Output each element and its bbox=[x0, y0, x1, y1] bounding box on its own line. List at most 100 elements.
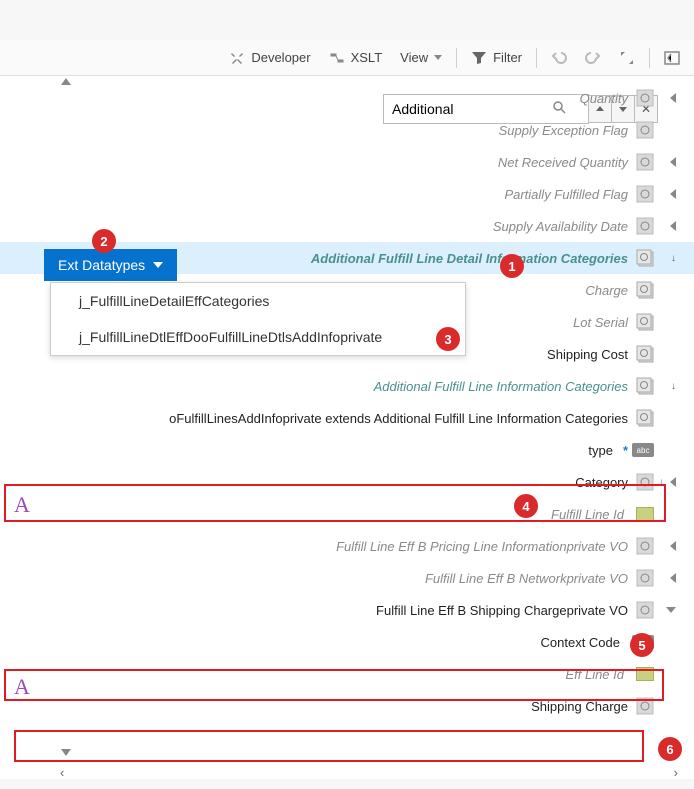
expand-caret-icon[interactable] bbox=[666, 607, 676, 613]
scroll-left-icon[interactable]: ‹ bbox=[60, 765, 64, 780]
multi-target-icon bbox=[636, 409, 654, 427]
collapse-caret-icon[interactable] bbox=[670, 221, 676, 231]
collapse-caret-icon[interactable] bbox=[670, 573, 676, 583]
annotation-badge-4: 4 bbox=[514, 494, 538, 518]
row-label: Quantity bbox=[580, 91, 636, 106]
content-panel: ✕ Quantity Supply Exception Flag Net Rec… bbox=[0, 76, 694, 779]
divider bbox=[456, 48, 457, 68]
row-type[interactable]: type * abc bbox=[0, 434, 694, 466]
row-eff-line-id[interactable]: Eff Line Id bbox=[0, 658, 694, 690]
ext-datatypes-dropdown[interactable]: Ext Datatypes bbox=[44, 249, 177, 281]
target-icon bbox=[636, 569, 654, 587]
row-addl-info-cat[interactable]: Additional Fulfill Line Information Cate… bbox=[0, 370, 694, 402]
target-icon bbox=[636, 121, 654, 139]
collapse-caret-icon[interactable] bbox=[670, 477, 676, 487]
target-icon bbox=[636, 217, 654, 235]
row-network-vo[interactable]: Fulfill Line Eff B Networkprivate VO bbox=[0, 562, 694, 594]
row-shipping-charge-vo[interactable]: Fulfill Line Eff B Shipping Chargeprivat… bbox=[0, 594, 694, 626]
row-label: Lot Serial bbox=[573, 315, 636, 330]
row-supply-exception[interactable]: Supply Exception Flag bbox=[0, 114, 694, 146]
annotation-badge-1: 1 bbox=[500, 254, 524, 278]
target-icon bbox=[636, 537, 654, 555]
target-icon bbox=[636, 697, 654, 715]
annotation-badge-2: 2 bbox=[92, 229, 116, 253]
row-net-received[interactable]: Net Received Quantity bbox=[0, 146, 694, 178]
panel-icon bbox=[664, 50, 680, 66]
redo-button[interactable] bbox=[577, 46, 609, 70]
row-label: Fulfill Line Eff B Shipping Chargeprivat… bbox=[376, 603, 636, 618]
redo-icon bbox=[585, 50, 601, 66]
row-label: Supply Exception Flag bbox=[499, 123, 636, 138]
target-icon bbox=[636, 153, 654, 171]
row-label: type bbox=[588, 443, 621, 458]
row-label: Additional Fulfill Line Detail Informati… bbox=[311, 251, 636, 266]
row-partially-fulfilled[interactable]: Partially Fulfilled Flag bbox=[0, 178, 694, 210]
down-arrow-icon[interactable]: ↓ bbox=[671, 253, 676, 264]
row-extends[interactable]: oFulfillLinesAddInfoprivate extends Addi… bbox=[0, 402, 694, 434]
abc-type-icon: abc bbox=[632, 443, 654, 457]
filter-label: Filter bbox=[493, 50, 522, 65]
required-asterisk: * bbox=[623, 443, 628, 458]
target-icon bbox=[636, 601, 654, 619]
row-label: Net Received Quantity bbox=[498, 155, 636, 170]
tree-rows: Quantity Supply Exception Flag Net Recei… bbox=[0, 82, 694, 722]
marker-a-icon: A bbox=[14, 492, 30, 518]
row-label: Supply Availability Date bbox=[493, 219, 636, 234]
multi-target-icon bbox=[636, 377, 654, 395]
filter-icon bbox=[471, 50, 487, 66]
xslt-icon bbox=[329, 50, 345, 66]
down-arrow-icon[interactable]: ↓ bbox=[659, 477, 664, 488]
divider bbox=[649, 48, 650, 68]
scroll-right-icon[interactable]: › bbox=[674, 765, 678, 780]
row-category[interactable]: Category ↓ bbox=[0, 466, 694, 498]
xslt-button[interactable]: XSLT bbox=[321, 46, 391, 70]
undo-button[interactable] bbox=[543, 46, 575, 70]
toolbar: Developer XSLT View Filter bbox=[0, 40, 694, 76]
row-label: Fulfill Line Eff B Networkprivate VO bbox=[425, 571, 636, 586]
row-pricing-vo[interactable]: Fulfill Line Eff B Pricing Line Informat… bbox=[0, 530, 694, 562]
collapse-caret-icon[interactable] bbox=[670, 93, 676, 103]
row-label: Fulfill Line Eff B Pricing Line Informat… bbox=[336, 539, 636, 554]
annotation-badge-6: 6 bbox=[658, 737, 682, 761]
undo-icon bbox=[551, 50, 567, 66]
horizontal-scrollbar[interactable]: ‹ › bbox=[60, 765, 678, 779]
ext-datatypes-menu: j_FulfillLineDetailEffCategories j_Fulfi… bbox=[50, 282, 466, 356]
multi-target-icon bbox=[636, 281, 654, 299]
dropdown-item-label: j_FulfillLineDtlEffDooFulfillLineDtlsAdd… bbox=[79, 329, 382, 345]
dropdown-item-label: j_FulfillLineDetailEffCategories bbox=[79, 293, 269, 309]
developer-label: Developer bbox=[251, 50, 310, 65]
collapse-caret-icon[interactable] bbox=[670, 189, 676, 199]
collapse-caret-icon[interactable] bbox=[670, 157, 676, 167]
wrench-icon bbox=[229, 50, 245, 66]
filter-button[interactable]: Filter bbox=[463, 46, 530, 70]
row-shipping-charge[interactable]: Shipping Charge bbox=[0, 690, 694, 722]
multi-target-icon bbox=[636, 249, 654, 267]
id-type-icon bbox=[636, 507, 654, 521]
row-context-code[interactable]: Context Code abc bbox=[0, 626, 694, 658]
row-label: Context Code bbox=[541, 635, 629, 650]
row-label: Eff Line Id bbox=[565, 667, 632, 682]
row-label: Partially Fulfilled Flag bbox=[504, 187, 636, 202]
caret-down-icon bbox=[434, 55, 442, 60]
view-button[interactable]: View bbox=[392, 46, 450, 69]
down-arrow-icon[interactable]: ↓ bbox=[671, 381, 676, 392]
dropdown-item-2[interactable]: j_FulfillLineDtlEffDooFulfillLineDtlsAdd… bbox=[51, 319, 465, 355]
row-fulfill-line-id[interactable]: Fulfill Line Id bbox=[0, 498, 694, 530]
xslt-label: XSLT bbox=[351, 50, 383, 65]
target-icon bbox=[636, 473, 654, 491]
target-icon bbox=[636, 89, 654, 107]
dropdown-item-1[interactable]: j_FulfillLineDetailEffCategories bbox=[51, 283, 465, 319]
collapse-caret-icon[interactable] bbox=[670, 541, 676, 551]
row-quantity[interactable]: Quantity bbox=[0, 82, 694, 114]
annotation-badge-3: 3 bbox=[436, 327, 460, 351]
scroll-down-icon[interactable] bbox=[60, 746, 72, 761]
dropdown-label: Ext Datatypes bbox=[58, 257, 145, 273]
target-icon bbox=[636, 185, 654, 203]
developer-button[interactable]: Developer bbox=[221, 46, 318, 70]
row-label: Charge bbox=[585, 283, 636, 298]
multi-target-icon bbox=[636, 345, 654, 363]
annotation-redbox-shipping bbox=[14, 730, 644, 762]
panel-button[interactable] bbox=[656, 46, 688, 70]
expand-button[interactable] bbox=[611, 46, 643, 70]
divider bbox=[536, 48, 537, 68]
